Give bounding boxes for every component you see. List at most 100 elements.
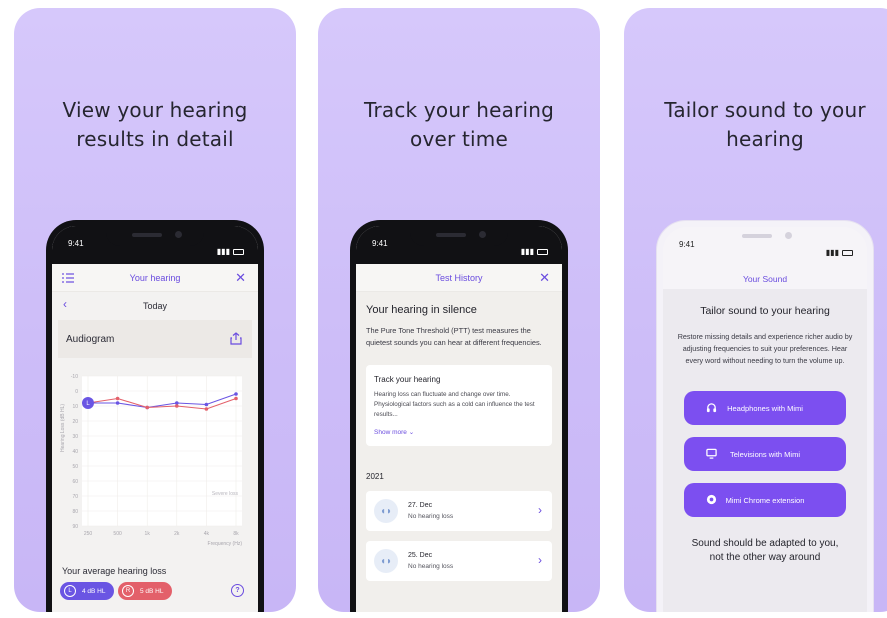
x-tick-label: 500: [113, 531, 122, 537]
notch: [716, 227, 814, 247]
y-tick-label: 70: [72, 494, 78, 500]
promo-panel-track-hearing: Track your hearing over time 9:41 ▮▮▮ Te…: [318, 8, 600, 612]
tv-icon: [706, 448, 717, 459]
left-ear-value: 4 dB HL: [82, 587, 106, 595]
share-icon[interactable]: [230, 332, 242, 345]
y-tick-label: 30: [72, 434, 78, 440]
y-tick-label: 50: [72, 464, 78, 470]
info-card-title: Track your hearing: [374, 375, 441, 384]
signal-icon: ▮▮▮: [216, 247, 230, 256]
y-tick-label: 0: [75, 389, 78, 395]
signal-icon: ▮▮▮: [825, 248, 839, 257]
topbar-title: Your hearing: [129, 272, 181, 283]
promo-panel-hearing-results: View your hearing results in detail 9:41…: [14, 8, 296, 612]
date-label: Today: [142, 301, 168, 311]
history-entry[interactable]: ◖◗ 27. Dec No hearing loss ›: [366, 491, 552, 531]
show-more-link[interactable]: Show more ⌄: [374, 428, 544, 436]
data-point-L: [234, 392, 238, 396]
chrome-extension-button[interactable]: Mimi Chrome extension: [684, 483, 846, 517]
sound-description: Restore missing details and experience r…: [677, 332, 853, 365]
right-ear-pill: R 5 dB HL: [118, 582, 172, 600]
close-icon[interactable]: ✕: [235, 270, 246, 286]
data-point-L: [204, 402, 209, 407]
audiogram-title: Audiogram: [66, 333, 115, 345]
year-heading: 2021: [366, 472, 384, 481]
audiogram-chart: -10 0 10 20 30 40 50 60 70 80 90 250 500 1k 2k 4k 8k Freq…: [58, 368, 252, 558]
phone-mockup: 9:41 ▮▮▮ Your Sound Tailor sound to your…: [656, 220, 874, 612]
battery-icon: [233, 248, 244, 255]
data-point-R: [115, 396, 120, 401]
show-more-label: Show more: [374, 429, 407, 436]
headphones-button[interactable]: Headphones with Mimi: [684, 391, 846, 425]
entry-status: No hearing loss: [408, 513, 454, 520]
promo-panel-tailor-sound: Tailor sound to your hearing 9:41 ▮▮▮ Yo…: [624, 8, 887, 612]
y-tick-label: 60: [72, 479, 78, 485]
phone-screen: 9:41 ▮▮▮ Your hearing ✕ ‹ Today Audiogra…: [52, 226, 258, 612]
system-icons: ▮▮▮: [826, 240, 853, 265]
system-icons: ▮▮▮: [217, 239, 244, 264]
chrome-icon: [706, 494, 717, 505]
notch: [410, 226, 508, 246]
help-icon[interactable]: ?: [231, 584, 244, 597]
history-entry[interactable]: ◖◗ 25. Dec No hearing loss ›: [366, 541, 552, 581]
history-content: Your hearing in silence The Pure Tone Th…: [356, 292, 562, 612]
ear-icon: ◖◗: [374, 499, 398, 523]
chevron-right-icon: ›: [538, 553, 542, 567]
entry-date: 27. Dec: [408, 502, 433, 509]
ear-icon: ◖◗: [374, 549, 398, 573]
battery-icon: [842, 249, 853, 256]
data-point-R: [234, 396, 238, 401]
section-body: The Pure Tone Threshold (PTT) test measu…: [366, 326, 542, 347]
y-tick-label: -10: [71, 374, 78, 380]
topbar-title: Your Sound: [742, 274, 788, 284]
info-card: Track your hearing Hearing loss can fluc…: [366, 365, 552, 446]
date-navigator: ‹ Today: [52, 292, 258, 320]
close-icon[interactable]: ✕: [539, 270, 550, 286]
average-loss-title: Your average hearing loss: [62, 566, 167, 576]
top-bar: Your hearing ✕: [52, 264, 258, 292]
sound-title: Tailor sound to your hearing: [700, 305, 830, 317]
entry-status: No hearing loss: [408, 563, 454, 570]
audiogram-header: Audiogram: [58, 320, 252, 358]
phone-mockup: 9:41 ▮▮▮ Your hearing ✕ ‹ Today Audiogra…: [46, 220, 264, 612]
notch: [106, 226, 204, 246]
y-tick-label: 40: [72, 449, 78, 455]
data-point-R: [175, 404, 179, 408]
signal-icon: ▮▮▮: [520, 247, 534, 256]
x-tick-label: 250: [84, 531, 93, 537]
section-title: Your hearing in silence: [366, 304, 477, 316]
y-tick-label: 90: [72, 524, 78, 530]
x-tick-label: 2k: [174, 531, 180, 537]
chevron-left-icon[interactable]: ‹: [63, 297, 67, 311]
headline: View your hearing results in detail: [62, 98, 248, 151]
your-sound-content: Tailor sound to your hearing Restore mis…: [663, 289, 867, 612]
data-point-L: [115, 401, 120, 405]
headline: Track your hearing over time: [363, 98, 554, 151]
data-point-R: [145, 405, 149, 410]
televisions-label: Televisions with Mimi: [729, 449, 801, 459]
x-tick-label: 8k: [233, 531, 239, 537]
audiogram-svg: -10 0 10 20 30 40 50 60 70 80 90 250 500 1k 2k 4k 8k Freq…: [60, 374, 242, 547]
system-icons: ▮▮▮: [521, 239, 548, 264]
y-tick-label: 20: [72, 419, 78, 425]
status-time: 9:41: [679, 240, 695, 249]
phone-screen: 9:41 ▮▮▮ Your Sound Tailor sound to your…: [663, 227, 867, 612]
status-time: 9:41: [68, 239, 84, 248]
chrome-extension-label: Mimi Chrome extension: [725, 495, 805, 505]
left-ear-pill: L 4 dB HL: [60, 582, 114, 600]
y-tick-label: 10: [72, 404, 78, 410]
phone-screen: 9:41 ▮▮▮ Test History ✕ Your hearing in …: [356, 226, 562, 612]
right-ear-value: 5 dB HL: [140, 587, 164, 595]
chevron-down-icon: ⌄: [408, 429, 415, 436]
y-axis-label: Hearing Loss (dB HL): [60, 404, 66, 452]
battery-icon: [537, 248, 548, 255]
menu-list-icon[interactable]: [62, 272, 74, 284]
x-tick-label: 4k: [204, 531, 210, 537]
phone-mockup: 9:41 ▮▮▮ Test History ✕ Your hearing in …: [350, 220, 568, 612]
info-card-body: Hearing loss can fluctuate and change ov…: [374, 391, 535, 418]
footer-text: Sound should be adapted to you, not the …: [691, 538, 839, 563]
status-time: 9:41: [372, 239, 388, 248]
headphones-icon: [706, 403, 717, 413]
headphones-label: Headphones with Mimi: [727, 403, 803, 413]
televisions-button[interactable]: Televisions with Mimi: [684, 437, 846, 471]
